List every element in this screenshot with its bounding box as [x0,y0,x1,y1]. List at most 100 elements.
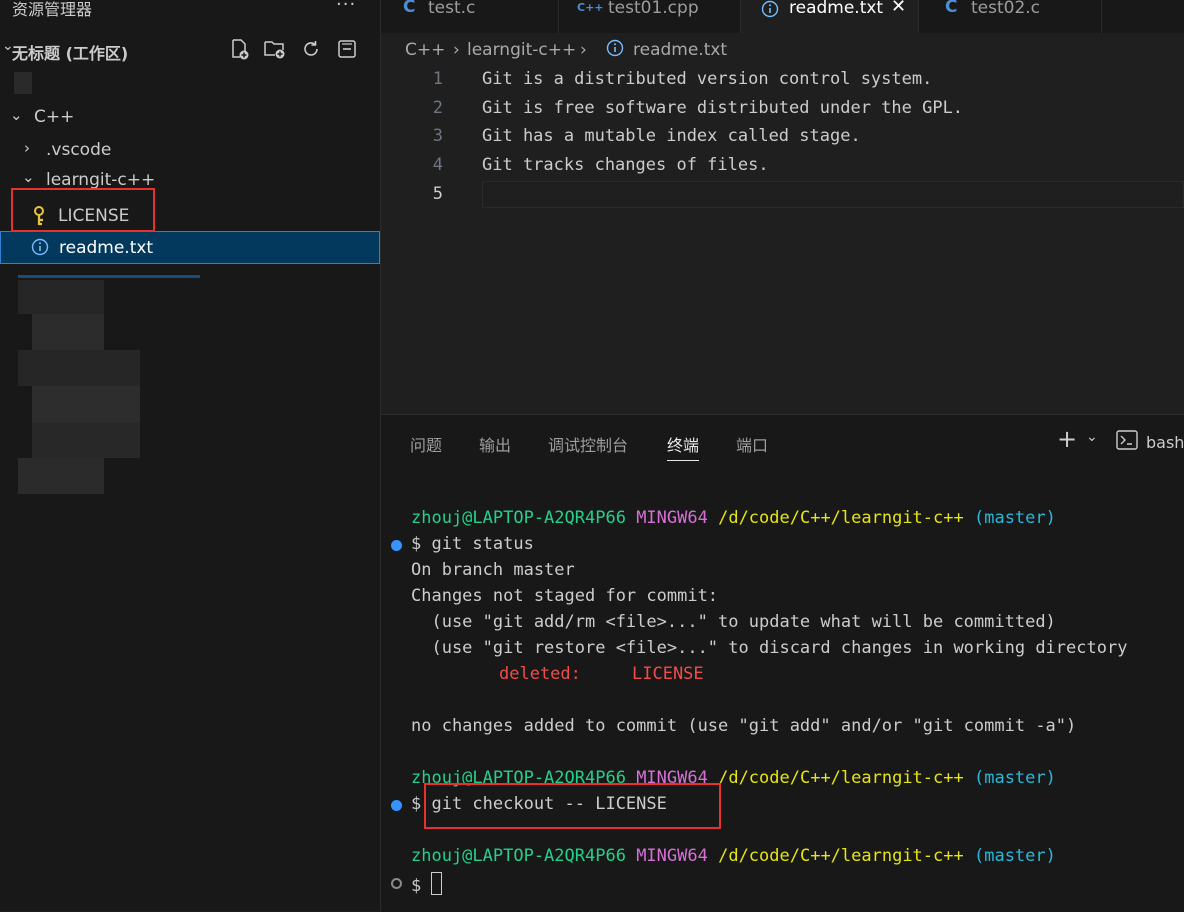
command-status-icon[interactable] [391,878,402,889]
line-number: 2 [432,98,443,118]
chevron-down-icon: ⌄ [22,168,35,186]
prompt-user: zhouj@LAPTOP-A2QR4P66 [411,508,626,528]
collapse-all-icon[interactable] [334,36,360,62]
chevron-down-icon: ⌄ [10,106,23,124]
tab-test01-cpp[interactable]: C++ test01.cpp [559,0,741,33]
prompt-env: MINGW64 [636,846,708,866]
chevron-right-icon: › [24,139,30,157]
highlight-box [424,783,721,829]
tab-label: test02.c [971,0,1041,18]
close-icon[interactable]: ✕ [891,0,906,17]
command-line: $ git status [411,534,534,554]
chevron-down-icon[interactable]: ⌄ [1086,429,1098,445]
breadcrumb-separator: › [453,40,460,60]
code-line[interactable]: Git tracks changes of files. [482,155,769,175]
code-line[interactable]: Git is a distributed version control sys… [482,69,932,89]
code-line[interactable]: Git is free software distributed under t… [482,98,963,118]
code-line[interactable]: Git has a mutable index called stage. [482,126,861,146]
tab-label: test01.cpp [608,0,699,18]
terminal-icon [1116,430,1138,454]
highlight-box [11,188,155,232]
blurred-region [18,275,200,278]
c-file-icon: C [945,0,958,17]
info-icon [761,0,779,22]
cursor [431,872,443,895]
tab-output[interactable]: 输出 [479,432,511,456]
line-number: 1 [432,69,443,89]
prompt-branch: (master) [973,508,1056,528]
tab-label: readme.txt [789,0,884,18]
blurred-region [18,458,104,494]
command-prompt: $ [411,876,432,896]
bottom-panel: 问题 输出 调试控制台 终端 端口 + ⌄ bash zhouj@LAPTOP-… [381,414,1184,912]
prompt-path: /d/code/C++/learngit-c++ [718,846,964,866]
explorer-title: 资源管理器 [12,0,93,19]
prompt-user: zhouj@LAPTOP-A2QR4P66 [411,846,626,866]
breadcrumb-item[interactable]: readme.txt [633,40,727,60]
breadcrumb-item[interactable]: learngit-c++ [467,40,576,60]
blurred-region [32,422,140,458]
folder-cpp[interactable]: ⌄ C++ [0,101,380,132]
current-line-highlight [482,181,1184,208]
breadcrumb: C++ › learngit-c++ › readme.txt [381,34,1184,64]
tab-readme[interactable]: readme.txt ✕ [741,0,919,33]
blurred-region [18,350,140,386]
tab-test02-c[interactable]: C test02.c [919,0,1102,33]
breadcrumb-item[interactable]: C++ [405,40,445,60]
command-status-icon[interactable] [391,800,402,811]
terminal-output[interactable]: zhouj@LAPTOP-A2QR4P66 MINGW64 /d/code/C+… [381,415,1184,896]
shell-label[interactable]: bash [1146,433,1184,452]
folder-label: .vscode [46,140,112,160]
output-line: Changes not staged for commit: [411,586,719,606]
output-line: (use "git add/rm <file>..." to update wh… [411,612,1056,632]
tab-problems[interactable]: 问题 [410,432,442,456]
info-icon [606,39,624,62]
line-number: 4 [432,155,443,175]
file-label: readme.txt [59,238,154,258]
blurred-region [32,314,104,350]
command-input-line[interactable]: $ [411,872,443,896]
new-file-icon[interactable] [226,36,252,62]
folder-label: learngit-c++ [46,170,156,190]
deleted-label: deleted: [499,664,581,684]
prompt-line: zhouj@LAPTOP-A2QR4P66 MINGW64 /d/code/C+… [411,846,1056,866]
tab-debug-console[interactable]: 调试控制台 [548,432,628,456]
deleted-file: LICENSE [632,664,704,684]
folder-vscode[interactable]: › .vscode [0,134,380,165]
output-line: On branch master [411,560,575,580]
prompt-env: MINGW64 [636,508,708,528]
workspace-label: 无标题 (工作区) [12,44,129,63]
editor-tabs: C test.c C++ test01.cpp readme.txt ✕ C t… [381,0,1184,33]
file-readme[interactable]: readme.txt [0,231,380,264]
tab-terminal[interactable]: 终端 [667,432,700,461]
folder-label: C++ [34,107,75,127]
prompt-branch: (master) [973,846,1056,866]
blurred-region [14,72,32,94]
explorer-sidebar: 资源管理器 ··· ⌄ 无标题 (工作区) ⌄ C++ › .vscode ⌄ … [0,0,381,911]
add-terminal-icon[interactable]: + [1057,425,1077,453]
c-file-icon: C [403,0,416,17]
blurred-region [18,280,104,314]
prompt-branch: (master) [973,768,1056,788]
workspace-header[interactable]: ⌄ 无标题 (工作区) [0,36,380,64]
editor-area: C test.c C++ test01.cpp readme.txt ✕ C t… [381,0,1184,414]
tab-ports[interactable]: 端口 [736,432,768,456]
command-status-icon[interactable] [391,540,402,551]
refresh-icon[interactable] [298,36,324,62]
breadcrumb-separator: › [580,40,587,60]
more-actions-icon[interactable]: ··· [336,0,356,15]
cpp-file-icon: C++ [577,1,604,14]
info-icon [31,238,49,260]
workspace-actions [226,36,360,64]
prompt-path: /d/code/C++/learngit-c++ [718,768,964,788]
blurred-region [32,386,140,422]
prompt-path: /d/code/C++/learngit-c++ [718,508,964,528]
output-line: (use "git restore <file>..." to discard … [411,638,1128,658]
tab-label: test.c [428,0,476,18]
line-number: 5 [432,184,443,204]
prompt-line: zhouj@LAPTOP-A2QR4P66 MINGW64 /d/code/C+… [411,508,1056,528]
new-folder-icon[interactable] [262,36,288,62]
line-number: 3 [432,126,443,146]
tab-test-c[interactable]: C test.c [381,0,559,33]
explorer-header: 资源管理器 ··· [0,0,380,28]
